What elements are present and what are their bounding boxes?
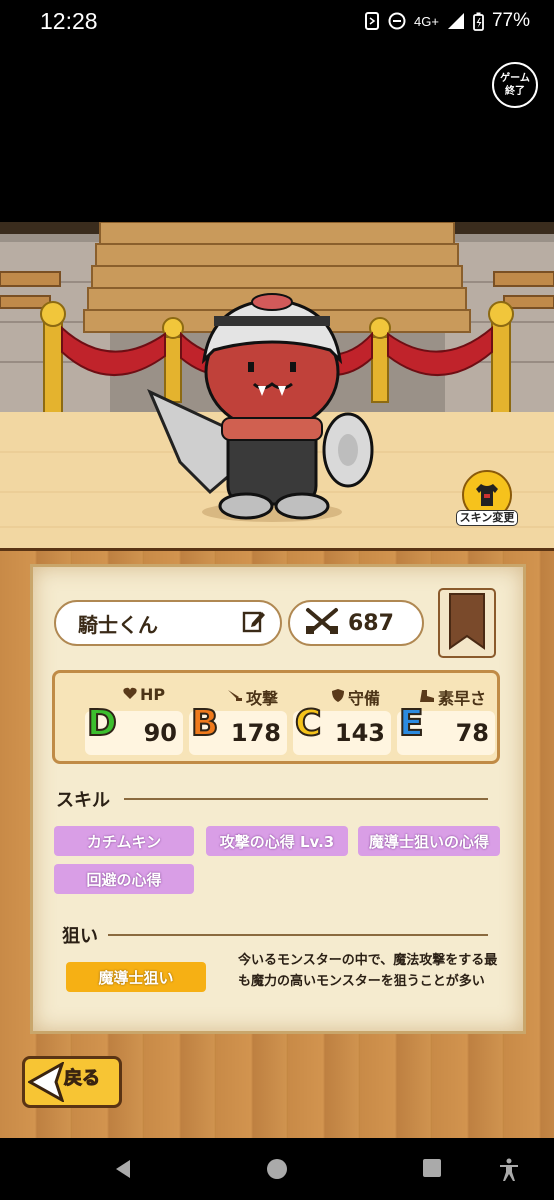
stat-speed: 素早さ E 78 <box>397 673 497 767</box>
target-divider <box>108 934 488 936</box>
game-end-label: ゲーム終了 <box>500 73 530 97</box>
power-value: 687 <box>348 610 394 636</box>
battery-percent: 77% <box>491 10 530 31</box>
skill-chip[interactable]: 回避の心得 <box>54 864 194 894</box>
stats-board: HP D 90 攻撃 B 178 守備 C 143 素早さ E 78 <box>52 670 500 764</box>
nav-recents-icon[interactable] <box>422 1158 442 1182</box>
skill-chip[interactable]: 魔導士狙いの心得 <box>358 826 500 856</box>
skills-divider <box>124 798 488 800</box>
stat-hp-label: HP <box>140 685 166 704</box>
nav-home-icon[interactable] <box>266 1158 288 1184</box>
target-chip: 魔導士狙い <box>66 962 206 992</box>
target-description: 今いるモンスターの中で、魔法攻撃をする最も魔力の高いモンスターを狙うことが多い <box>238 953 498 989</box>
stat-attack-rank: B <box>190 702 219 745</box>
game-end-button[interactable]: ゲーム終了 <box>492 62 538 108</box>
back-button[interactable]: 戻る <box>14 1050 126 1114</box>
status-icons: 4G+ 77% <box>364 10 530 32</box>
sword-icon <box>227 688 243 707</box>
status-time: 12:28 <box>40 8 98 34</box>
signal-icon <box>447 12 465 30</box>
stat-defense-value: 143 <box>334 719 385 747</box>
stat-defense-label: 守備 <box>348 689 381 708</box>
stat-speed-label: 素早さ <box>438 689 487 708</box>
do-not-disturb-icon <box>388 12 406 30</box>
accessibility-icon[interactable] <box>498 1158 520 1186</box>
back-label: 戻る <box>64 1068 101 1090</box>
back-arrow-icon <box>28 1062 64 1102</box>
crossed-swords-icon <box>304 606 340 640</box>
vibrate-icon <box>364 12 380 30</box>
edit-icon[interactable] <box>242 609 266 637</box>
nav-back-icon[interactable] <box>112 1158 134 1184</box>
battery-icon <box>473 12 484 31</box>
stat-defense: 守備 C 143 <box>293 673 393 767</box>
skill-chip[interactable]: 攻撃の心得 Lv.3 <box>206 826 348 856</box>
bookmark-icon[interactable] <box>438 588 496 658</box>
stat-attack: 攻撃 B 178 <box>189 673 289 767</box>
stat-speed-value: 78 <box>455 719 489 747</box>
stat-defense-rank: C <box>294 702 322 745</box>
system-nav-bar <box>0 1138 554 1200</box>
skin-change-label: スキン変更 <box>456 510 518 526</box>
character-name: 騎士くん <box>78 612 158 637</box>
shield-icon <box>331 688 345 707</box>
stat-hp-value: 90 <box>143 719 177 747</box>
target-title: 狙い <box>62 926 98 947</box>
skin-change-button[interactable]: スキン変更 <box>456 470 518 530</box>
character-name-field[interactable]: 騎士くん <box>54 600 282 646</box>
stat-hp-rank: D <box>86 702 118 745</box>
status-bar: 12:28 4G+ 77% <box>0 0 554 44</box>
heart-icon <box>123 685 137 704</box>
stat-speed-rank: E <box>398 702 425 745</box>
skills-title: スキル <box>56 790 110 811</box>
stat-attack-value: 178 <box>230 719 281 747</box>
stat-attack-label: 攻撃 <box>246 689 279 708</box>
network-label: 4G+ <box>414 13 439 29</box>
combat-power: 687 <box>288 600 424 646</box>
skill-chip[interactable]: カチムキン <box>54 826 194 856</box>
stat-hp: HP D 90 <box>85 673 185 767</box>
